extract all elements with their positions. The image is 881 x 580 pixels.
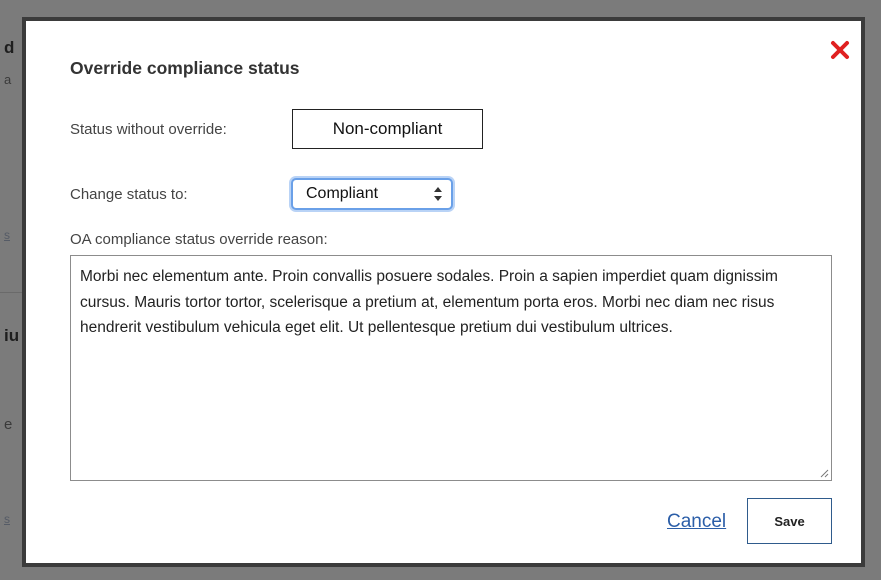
background-link-fragment: s — [4, 228, 10, 242]
close-x-icon — [831, 41, 849, 59]
background-text-fragment: e — [4, 416, 13, 433]
background-divider — [0, 292, 24, 293]
change-status-selected-value: Compliant — [306, 185, 379, 202]
background-link-fragment: s — [4, 512, 10, 526]
status-without-override-value: Non-compliant — [292, 109, 483, 149]
status-without-override-label: Status without override: — [70, 121, 227, 138]
save-button[interactable]: Save — [747, 498, 832, 544]
change-status-label: Change status to: — [70, 186, 188, 203]
close-button[interactable] — [825, 35, 855, 65]
cancel-link[interactable]: Cancel — [667, 511, 726, 533]
background-text-fragment: a — [4, 72, 12, 87]
override-reason-label: OA compliance status override reason: — [70, 231, 328, 248]
override-compliance-modal: Override compliance status Status withou… — [22, 17, 865, 567]
background-text-fragment: iu — [4, 326, 20, 345]
override-reason-textarea[interactable]: Morbi nec elementum ante. Proin convalli… — [70, 255, 832, 481]
background-text-fragment: d — [4, 38, 15, 57]
modal-title: Override compliance status — [70, 58, 300, 78]
resize-handle-icon[interactable] — [819, 468, 829, 478]
select-updown-arrows-icon — [434, 187, 442, 201]
change-status-select[interactable]: Compliant — [291, 178, 453, 210]
override-reason-text: Morbi nec elementum ante. Proin convalli… — [80, 268, 778, 336]
